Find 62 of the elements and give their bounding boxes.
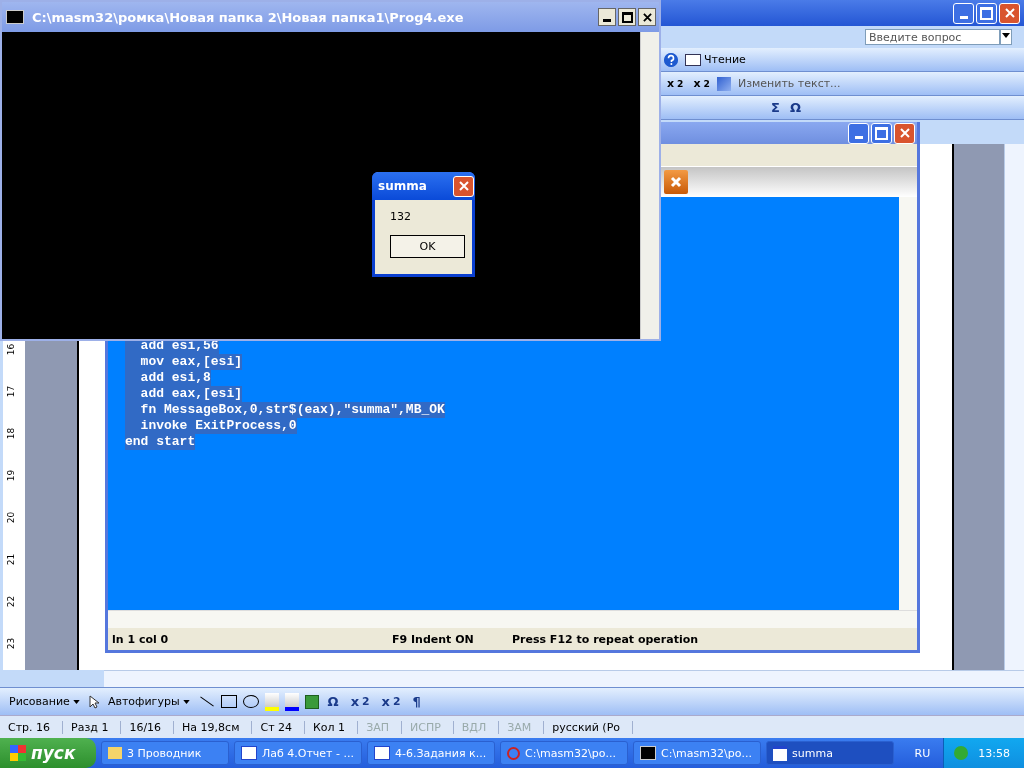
status-field: На 19,8см bbox=[174, 720, 253, 734]
scrollbar[interactable] bbox=[108, 610, 917, 628]
taskbar-button[interactable]: C:\masm32\ро... bbox=[500, 741, 628, 765]
ruler-number: 18 bbox=[5, 426, 17, 442]
edit-text-button[interactable]: Изменить текст... bbox=[734, 76, 844, 91]
scrollbar[interactable] bbox=[899, 197, 917, 610]
line-color-icon[interactable] bbox=[284, 692, 299, 711]
scrollbar[interactable] bbox=[104, 670, 1024, 687]
status-field: Ст 24 bbox=[252, 720, 306, 734]
taskbar-button[interactable]: 4-6.Задания к... bbox=[367, 741, 495, 765]
language-indicator[interactable]: RU bbox=[914, 746, 939, 760]
symbol-button[interactable]: Σ bbox=[768, 99, 783, 116]
symbol-button[interactable]: ¶ bbox=[409, 693, 424, 710]
ruler-number: 16 bbox=[5, 342, 17, 358]
taskbar-button[interactable]: C:\masm32\ро... bbox=[633, 741, 761, 765]
ruler-number: 17 bbox=[5, 384, 17, 400]
status-field: 16/16 bbox=[121, 720, 175, 734]
status-field: Кол 1 bbox=[305, 720, 359, 734]
dialog-title: summa bbox=[378, 179, 427, 193]
symbol-button[interactable]: Ω bbox=[786, 99, 804, 116]
reading-button[interactable]: Чтение bbox=[682, 52, 749, 67]
autoshapes-menu[interactable]: Автофигуры bbox=[104, 694, 193, 709]
taskbar-button[interactable]: summa bbox=[766, 741, 894, 765]
scrollbar[interactable] bbox=[1004, 144, 1024, 670]
scrollbar[interactable] bbox=[640, 32, 659, 339]
drawing-menu[interactable]: Рисование bbox=[6, 694, 83, 709]
ruler-number: 21 bbox=[5, 552, 17, 568]
rectangle-icon[interactable] bbox=[220, 695, 237, 708]
status-field: ВДЛ bbox=[453, 720, 500, 734]
status-field: Разд 1 bbox=[63, 720, 122, 734]
question-field[interactable]: Введите вопрос bbox=[865, 29, 1000, 45]
status-field: ИСПР bbox=[402, 720, 454, 734]
ruler-number: 22 bbox=[5, 594, 17, 610]
minimize-icon[interactable] bbox=[598, 8, 616, 26]
status-field: ЗАП bbox=[358, 720, 402, 734]
cursor-position: ln 1 col 0 bbox=[112, 632, 170, 646]
taskbar-button[interactable]: 3 Проводник bbox=[101, 741, 229, 765]
cursor-icon[interactable] bbox=[88, 694, 99, 709]
fill-color-icon[interactable] bbox=[264, 692, 279, 711]
ruler-number: 23 bbox=[5, 636, 17, 652]
window-title: C:\masm32\ромка\Новая папка 2\Новая папка1\Prog4.exe bbox=[32, 9, 465, 25]
ok-button[interactable]: OK bbox=[390, 235, 465, 258]
status-hint: Press F12 to repeat operation bbox=[512, 632, 699, 646]
restore-icon[interactable] bbox=[976, 2, 997, 24]
status-field: Стр. 16 bbox=[0, 720, 64, 734]
symbol-button[interactable]: Ω bbox=[324, 693, 342, 710]
clock: 13:58 bbox=[978, 746, 1010, 760]
close-icon[interactable] bbox=[638, 8, 656, 26]
caret-icon bbox=[72, 699, 80, 704]
maximize-icon[interactable] bbox=[618, 8, 636, 26]
cube-icon[interactable] bbox=[304, 694, 319, 709]
status-field: ЗАМ bbox=[499, 720, 545, 734]
taskbar-button[interactable]: Лаб 4.Отчет - ... bbox=[234, 741, 362, 765]
message-text: 132 bbox=[390, 210, 412, 223]
indent-status: F9 Indent ON bbox=[392, 632, 475, 646]
letter-icon[interactable] bbox=[716, 76, 731, 91]
ruler-number: 20 bbox=[5, 510, 17, 526]
console-icon bbox=[6, 10, 24, 24]
ruler-number: 19 bbox=[5, 468, 17, 484]
help-icon[interactable] bbox=[664, 52, 678, 67]
caret-icon bbox=[182, 699, 190, 704]
status-field: русский (Ро bbox=[544, 720, 633, 734]
